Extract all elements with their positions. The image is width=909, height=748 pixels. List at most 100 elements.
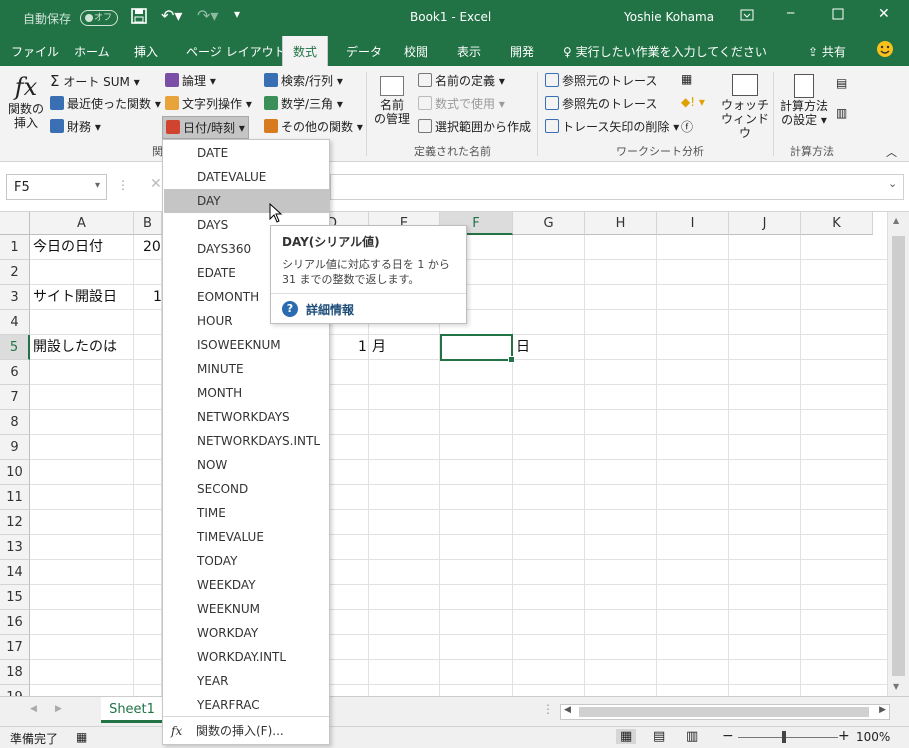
scroll-right-icon[interactable]: ▶ xyxy=(879,705,886,715)
menu-item-workday-intl[interactable]: WORKDAY.INTL xyxy=(164,645,329,669)
tab-file[interactable]: ファイル xyxy=(11,43,59,60)
row-header-18[interactable]: 18 xyxy=(0,660,30,685)
remove-arrows-button[interactable]: トレース矢印の削除 ▾ xyxy=(545,118,679,135)
vertical-scroll-thumb[interactable] xyxy=(892,236,905,676)
row-header-5[interactable]: 5 xyxy=(0,335,30,360)
error-checking-icon[interactable]: ◆! ▾ xyxy=(681,95,705,109)
scroll-left-icon[interactable]: ◀ xyxy=(564,705,571,715)
redo-icon[interactable]: ↷▾ xyxy=(197,6,218,25)
undo-icon[interactable]: ↶▾ xyxy=(161,6,182,25)
calculation-options-button[interactable]: 計算方法 の設定 ▾ xyxy=(778,74,830,127)
menu-item-minute[interactable]: MINUTE xyxy=(164,357,329,381)
column-header-a[interactable]: A xyxy=(30,212,134,235)
menu-item-datevalue[interactable]: DATEVALUE xyxy=(164,165,329,189)
maximize-icon[interactable] xyxy=(832,8,844,23)
row-header-15[interactable]: 15 xyxy=(0,585,30,610)
row-header-4[interactable]: 4 xyxy=(0,310,30,335)
menu-item-networkdays[interactable]: NETWORKDAYS xyxy=(164,405,329,429)
row-header-16[interactable]: 16 xyxy=(0,610,30,635)
trace-dependents-button[interactable]: 参照先のトレース xyxy=(545,95,657,112)
horizontal-scrollbar[interactable]: ◀ ▶ xyxy=(560,704,890,720)
horizontal-scroll-thumb[interactable] xyxy=(579,707,869,717)
more-functions-button[interactable]: その他の関数 ▾ xyxy=(264,118,363,135)
row-header-8[interactable]: 8 xyxy=(0,410,30,435)
select-all-corner[interactable] xyxy=(0,212,30,235)
autosave-toggle[interactable]: オフ xyxy=(80,10,118,26)
menu-item-time[interactable]: TIME xyxy=(164,501,329,525)
tab-home[interactable]: ホーム xyxy=(74,43,110,60)
math-button[interactable]: 数学/三角 ▾ xyxy=(264,95,343,112)
customize-qat-icon[interactable]: ▾ xyxy=(234,7,240,21)
tab-insert[interactable]: 挿入 xyxy=(134,43,158,60)
collapse-ribbon-icon[interactable]: ︿ xyxy=(886,144,897,160)
create-from-selection-button[interactable]: 選択範囲から作成 xyxy=(418,118,531,135)
sheet-prev-icon[interactable]: ◀ xyxy=(30,704,37,714)
calculate-now-icon[interactable]: ▤ xyxy=(836,76,847,90)
tab-formulas[interactable]: 数式 xyxy=(282,36,329,66)
row-header-9[interactable]: 9 xyxy=(0,435,30,460)
define-name-button[interactable]: 名前の定義 ▾ xyxy=(418,72,505,89)
row-header-2[interactable]: 2 xyxy=(0,260,30,285)
show-formulas-icon[interactable]: ▦ xyxy=(681,72,692,86)
column-header-i[interactable]: I xyxy=(657,212,729,235)
menu-item-isoweeknum[interactable]: ISOWEEKNUM xyxy=(164,333,329,357)
cancel-entry-icon[interactable]: ✕ xyxy=(150,176,162,192)
menu-item-workday[interactable]: WORKDAY xyxy=(164,621,329,645)
vertical-scrollbar[interactable]: ▲ ▼ xyxy=(887,212,909,696)
row-header-19[interactable]: 19 xyxy=(0,685,30,696)
trace-precedents-button[interactable]: 参照元のトレース xyxy=(545,72,657,89)
row-header-3[interactable]: 3 xyxy=(0,285,30,310)
user-name[interactable]: Yoshie Kohama xyxy=(624,10,714,24)
calculate-sheet-icon[interactable]: ▥ xyxy=(836,106,847,120)
cell-b1[interactable]: 20 xyxy=(140,235,164,260)
datetime-button[interactable]: 日付/時刻 ▾ xyxy=(162,116,249,139)
row-header-17[interactable]: 17 xyxy=(0,635,30,660)
row-header-10[interactable]: 10 xyxy=(0,460,30,485)
financial-button[interactable]: 財務 ▾ xyxy=(50,118,101,135)
cell-e5[interactable]: 月 xyxy=(369,335,389,360)
tab-data[interactable]: データ xyxy=(346,43,382,60)
row-header-12[interactable]: 12 xyxy=(0,510,30,535)
menu-item-date[interactable]: DATE xyxy=(164,141,329,165)
menu-item-timevalue[interactable]: TIMEVALUE xyxy=(164,525,329,549)
tab-page-layout[interactable]: ページ レイアウト xyxy=(186,43,286,60)
page-break-view-icon[interactable]: ▥ xyxy=(686,729,698,744)
name-manager-button[interactable]: 名前 の管理 xyxy=(372,76,412,126)
menu-item-networkdays-intl[interactable]: NETWORKDAYS.INTL xyxy=(164,429,329,453)
scroll-down-icon[interactable]: ▼ xyxy=(893,682,899,691)
autosum-button[interactable]: Σ オート SUM ▾ xyxy=(50,72,140,90)
menu-item-day[interactable]: DAY xyxy=(164,189,329,213)
column-header-h[interactable]: H xyxy=(585,212,657,235)
zoom-slider[interactable] xyxy=(738,737,838,738)
name-box[interactable]: F5 xyxy=(6,174,107,200)
menu-item-weeknum[interactable]: WEEKNUM xyxy=(164,597,329,621)
menu-item-yearfrac[interactable]: YEARFRAC xyxy=(164,693,329,717)
page-layout-view-icon[interactable]: ▤ xyxy=(653,729,665,744)
logical-button[interactable]: 論理 ▾ xyxy=(165,72,216,89)
sheet-next-icon[interactable]: ▶ xyxy=(55,704,62,714)
cell-g5[interactable]: 日 xyxy=(513,335,533,360)
smiley-icon[interactable] xyxy=(876,40,894,61)
menu-item-today[interactable]: TODAY xyxy=(164,549,329,573)
cell-a1[interactable]: 今日の日付 xyxy=(30,235,106,260)
tab-developer[interactable]: 開発 xyxy=(510,43,534,60)
row-header-6[interactable]: 6 xyxy=(0,360,30,385)
tell-me-box[interactable]: ♀ 実行したい作業を入力してください xyxy=(563,43,767,60)
zoom-slider-thumb[interactable] xyxy=(782,731,786,743)
insert-function-button[interactable]: fx 関数の 挿入 xyxy=(6,72,46,130)
minimize-icon[interactable]: ─ xyxy=(787,6,794,20)
macro-record-icon[interactable]: ▦ xyxy=(76,730,87,744)
menu-item-second[interactable]: SECOND xyxy=(164,477,329,501)
close-icon[interactable]: ✕ xyxy=(878,6,890,22)
cell-d5[interactable]: 1 xyxy=(355,335,370,360)
menu-insert-function[interactable]: fx 関数の挿入(F)... xyxy=(163,716,329,744)
row-header-13[interactable]: 13 xyxy=(0,535,30,560)
row-header-11[interactable]: 11 xyxy=(0,485,30,510)
expand-formula-bar-icon[interactable]: ⌄ xyxy=(888,177,897,190)
zoom-in-icon[interactable]: + xyxy=(838,728,850,744)
column-header-k[interactable]: K xyxy=(801,212,873,235)
ribbon-display-icon[interactable] xyxy=(740,8,754,25)
cell-a5[interactable]: 開設したのは xyxy=(30,335,120,360)
menu-item-now[interactable]: NOW xyxy=(164,453,329,477)
sheet-tab-sheet1[interactable]: Sheet1 xyxy=(101,697,163,723)
